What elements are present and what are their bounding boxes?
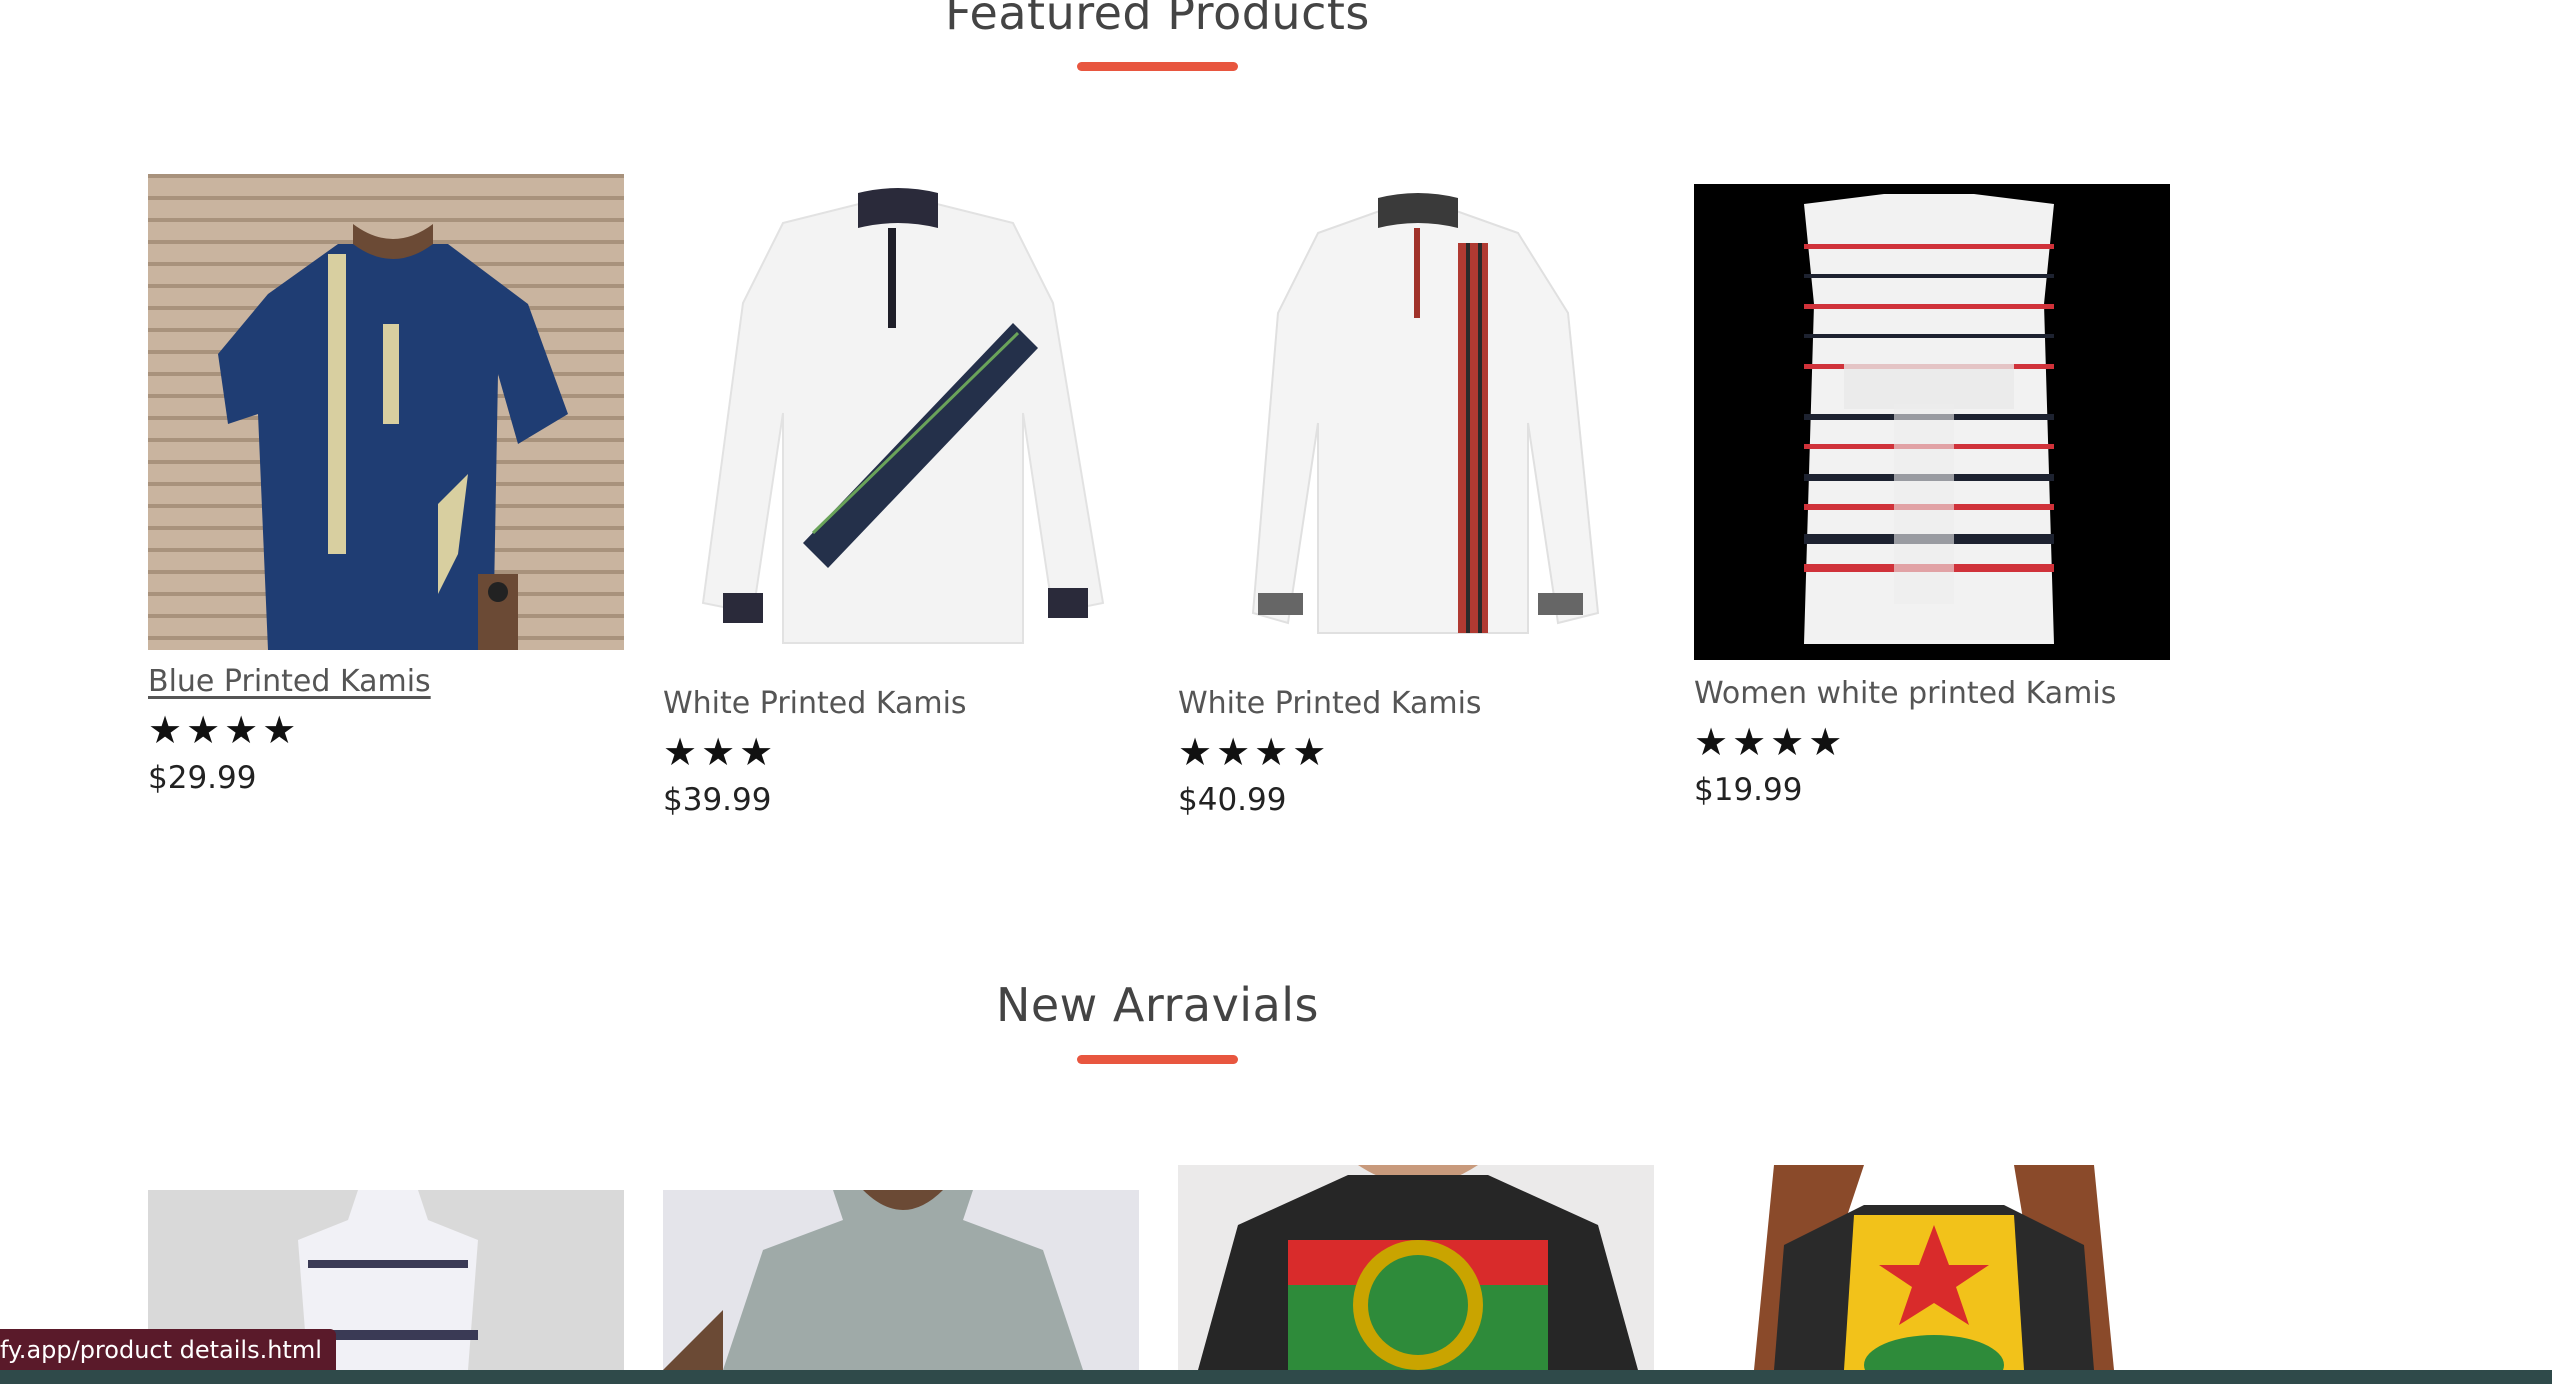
product-image-women-dress[interactable] [1694,184,2170,660]
featured-section-title: Featured Products [945,0,1370,40]
product-image-white-kamis-diagonal[interactable] [663,183,1139,659]
product-image-raglan-tshirt[interactable] [1694,1165,2170,1370]
product-name[interactable]: White Printed Kamis [663,686,967,721]
product-name[interactable]: White Printed Kamis [1178,686,1482,721]
rating-stars: ★★★★ [148,708,301,752]
product-image-blue-kamis[interactable] [148,174,624,650]
product-price: $39.99 [663,782,772,818]
product-name-link[interactable]: Blue Printed Kamis [148,664,431,699]
new-arrivals-section-title: New Arravials [995,978,1320,1032]
product-image-white-kamis-vertical[interactable] [1178,183,1654,659]
new-arrivals-title-underline [1077,1055,1238,1064]
product-price: $19.99 [1694,772,1803,808]
product-image-grey-top[interactable] [663,1190,1139,1370]
bottom-strip [0,1370,2552,1384]
product-price: $29.99 [148,760,257,796]
featured-title-underline [1077,62,1238,71]
product-name[interactable]: Women white printed Kamis [1694,676,2116,711]
rating-stars: ★★★★ [1694,720,1847,764]
rating-stars: ★★★★ [1178,730,1331,774]
product-price: $40.99 [1178,782,1287,818]
rating-stars: ★★★ [663,730,778,774]
browser-status-url: fy.app/product details.html [0,1329,336,1371]
product-image-oromo-tshirt[interactable] [1178,1165,1654,1370]
